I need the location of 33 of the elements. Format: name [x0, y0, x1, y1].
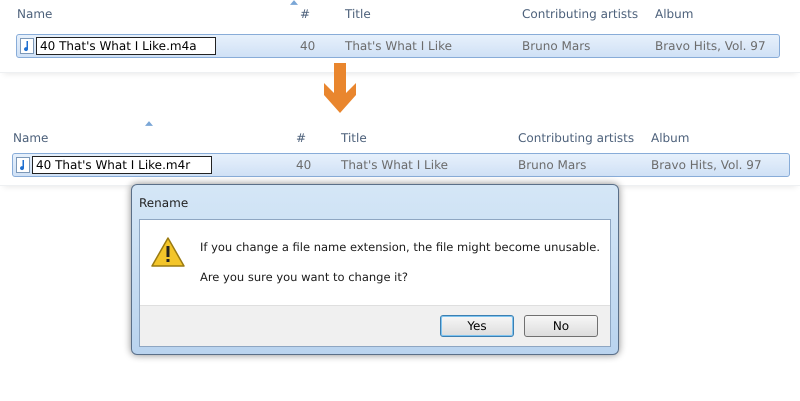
- track-number: 40: [300, 39, 316, 53]
- music-file-icon: [20, 38, 34, 54]
- file-row[interactable]: 40 That's What I Like.m4a 40 That's What I Like Bruno Mars Bravo Hits, Vol. 97: [16, 34, 780, 58]
- column-header[interactable]: #: [295, 131, 306, 145]
- column-header[interactable]: Title: [344, 7, 371, 21]
- album-name: Bravo Hits, Vol. 97: [651, 158, 763, 172]
- song-title: That's What I Like: [341, 158, 449, 172]
- column-header[interactable]: Name: [16, 7, 52, 21]
- album-name: Bravo Hits, Vol. 97: [655, 39, 767, 53]
- sort-caret-icon: [290, 0, 298, 5]
- down-arrow-icon: [322, 63, 358, 115]
- dialog-title: Rename: [139, 195, 190, 212]
- dialog-button[interactable]: No: [524, 315, 598, 337]
- warning-icon: [150, 236, 186, 268]
- column-header[interactable]: #: [299, 7, 310, 21]
- file-row[interactable]: 40 That's What I Like.m4r 40 That's What I Like Bruno Mars Bravo Hits, Vol. 97: [12, 153, 790, 177]
- file-name-field[interactable]: 40 That's What I Like.m4a: [36, 37, 216, 55]
- track-number: 40: [296, 158, 312, 172]
- dialog-button[interactable]: Yes: [440, 315, 514, 337]
- column-header[interactable]: Name: [12, 131, 48, 145]
- column-header[interactable]: Album: [654, 7, 694, 21]
- sort-caret-icon: [145, 121, 153, 126]
- confirm-question: Are you sure you want to change it?: [200, 270, 409, 284]
- warning-message: If you change a file name extension, the file might become unusable.: [200, 240, 600, 254]
- column-header[interactable]: Contributing artists: [517, 131, 634, 145]
- column-header[interactable]: Contributing artists: [521, 7, 638, 21]
- column-header[interactable]: Title: [340, 131, 367, 145]
- music-file-icon: [16, 157, 30, 173]
- column-header[interactable]: Album: [650, 131, 690, 145]
- artist-name: Bruno Mars: [522, 39, 592, 53]
- artist-name: Bruno Mars: [518, 158, 588, 172]
- song-title: That's What I Like: [345, 39, 453, 53]
- file-name-field[interactable]: 40 That's What I Like.m4r: [32, 156, 212, 174]
